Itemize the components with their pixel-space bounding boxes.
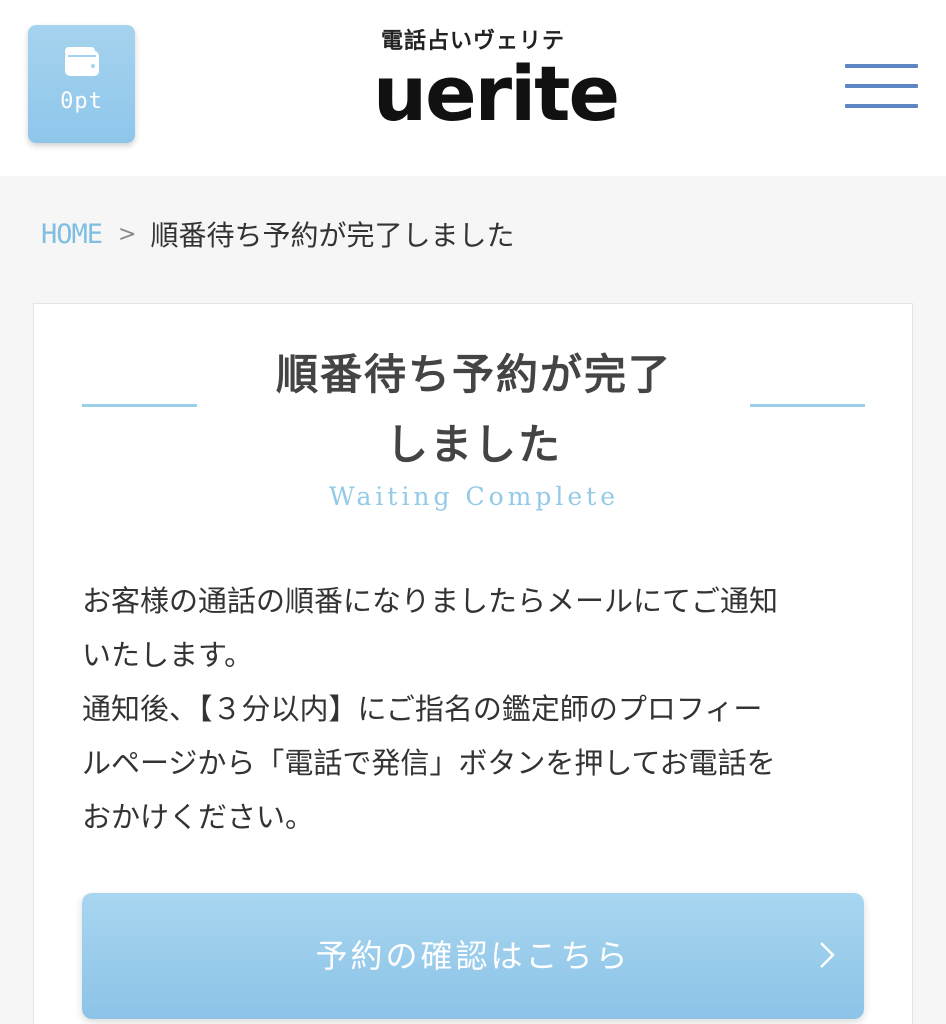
- menu-bar: [845, 64, 918, 68]
- message-line: おかけください。: [82, 800, 315, 834]
- site-header: 0pt 電話占いヴェリテ uerite: [0, 0, 946, 176]
- page-title: 順番待ち予約が完了 しました: [204, 340, 744, 480]
- reservation-confirm-button[interactable]: 予約の確認はこちら: [82, 893, 864, 1019]
- breadcrumb-current: 順番待ち予約が完了しました: [150, 219, 515, 252]
- points-label: 0pt: [60, 89, 103, 114]
- completion-message: お客様の通話の順番になりましたらメールにてご通知 いたします。 通知後、【３分以…: [82, 574, 872, 844]
- logo-wordmark: uerite: [373, 49, 620, 138]
- content-card: 順番待ち予約が完了 しました Waiting Complete お客様の通話の順…: [33, 303, 913, 1024]
- message-line: お客様の通話の順番になりましたらメールにてご通知: [82, 584, 779, 618]
- message-line: ルページから「電話で発信」ボタンを押してお電話を: [82, 746, 776, 780]
- page-subtitle: Waiting Complete: [328, 482, 620, 511]
- breadcrumb: HOME > 順番待ち予約が完了しました: [41, 212, 514, 256]
- menu-bar: [845, 104, 918, 108]
- menu-bar: [845, 84, 918, 88]
- page-title-line-1: 順番待ち予約が完了: [275, 350, 672, 399]
- breadcrumb-home-link[interactable]: HOME: [41, 219, 103, 250]
- title-decoration-right: [750, 404, 865, 407]
- title-decoration-left: [82, 404, 197, 407]
- breadcrumb-separator: >: [118, 221, 137, 247]
- menu-icon[interactable]: [845, 64, 918, 110]
- points-button[interactable]: 0pt: [28, 25, 135, 143]
- message-line: 通知後、【３分以内】にご指名の鑑定師のプロフィー: [82, 692, 763, 726]
- wallet-icon: [65, 47, 99, 76]
- message-line: いたします。: [82, 638, 254, 672]
- confirm-button-label: 予約の確認はこちら: [315, 937, 631, 975]
- site-logo[interactable]: 電話占いヴェリテ uerite: [373, 26, 620, 138]
- chevron-right-icon: [820, 942, 835, 968]
- page-title-line-2: しました: [385, 420, 562, 469]
